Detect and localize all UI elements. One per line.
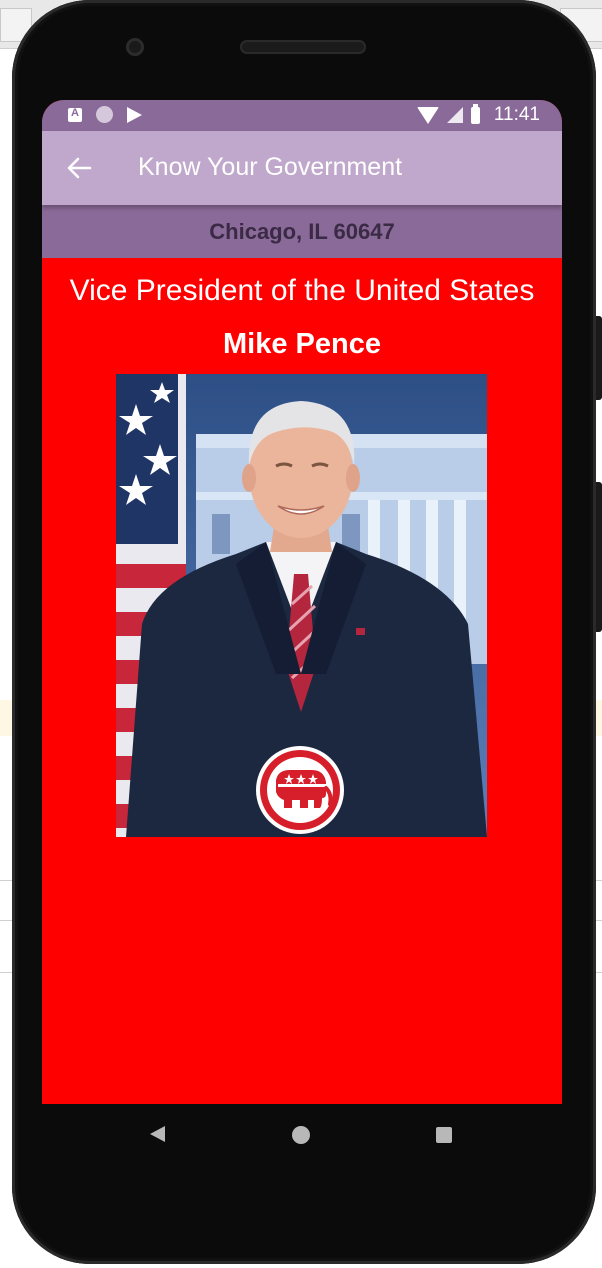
official-name: Mike Pence (223, 328, 381, 360)
app-title: Know Your Government (138, 153, 403, 181)
location-text: Chicago, IL 60647 (209, 219, 395, 244)
volume-button (596, 482, 602, 632)
phone-device: 11:41 Know Your Government Chicago, IL 6… (12, 0, 602, 1264)
battery-icon (470, 103, 480, 124)
status-time: 11:41 (493, 104, 540, 125)
earpiece-speaker (240, 40, 366, 54)
wifi-icon (416, 106, 439, 124)
play-store-icon (127, 106, 142, 123)
app-bar: Know Your Government (42, 131, 562, 205)
nav-home-icon[interactable] (292, 1126, 310, 1144)
power-button (596, 316, 602, 400)
office-title: Vice President of the United States (69, 274, 535, 307)
republican-elephant-icon[interactable] (254, 744, 346, 836)
nav-recents-icon[interactable] (436, 1127, 452, 1143)
nav-back-icon[interactable] (150, 1126, 165, 1142)
phone-screen: 11:41 Know Your Government Chicago, IL 6… (42, 100, 562, 1104)
a-notification-icon (68, 107, 82, 122)
official-detail: Vice President of the United States Mike… (42, 258, 562, 1104)
status-bar: 11:41 (42, 100, 562, 131)
circle-notification-icon (96, 106, 113, 123)
location-bar: Chicago, IL 60647 (42, 205, 562, 258)
front-camera (126, 38, 144, 56)
arrow-back-icon[interactable] (66, 156, 92, 180)
navigation-bar (42, 1106, 562, 1164)
signal-icon (446, 107, 463, 123)
